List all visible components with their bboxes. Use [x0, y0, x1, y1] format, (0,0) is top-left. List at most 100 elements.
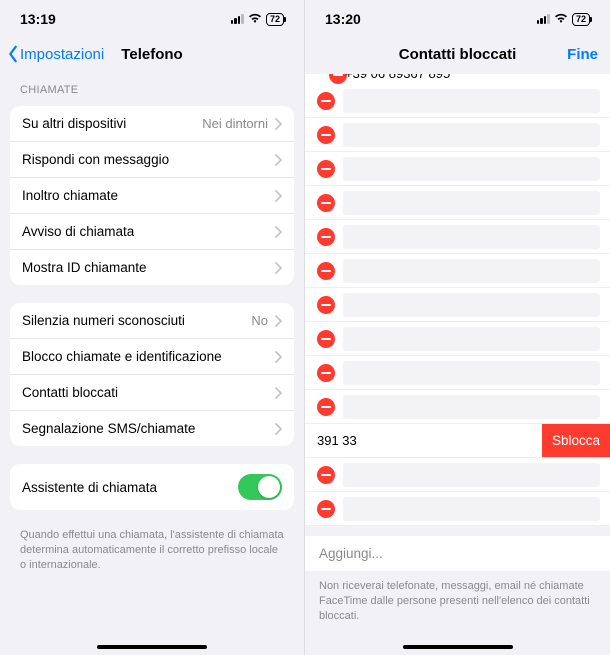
toggle-dial-assist[interactable] — [238, 474, 282, 500]
row-call-blocking-id[interactable]: Blocco chiamate e identificazione — [10, 338, 294, 374]
blocked-row-partial[interactable]: +39 06 89367 895 — [305, 74, 610, 84]
blocked-row[interactable] — [305, 152, 610, 186]
status-time: 13:19 — [20, 11, 56, 27]
row-label: Rispondi con messaggio — [22, 152, 169, 167]
row-show-caller-id[interactable]: Mostra ID chiamante — [10, 249, 294, 285]
home-indicator — [97, 645, 207, 649]
chevron-right-icon — [274, 387, 282, 399]
minus-icon[interactable] — [317, 500, 335, 518]
redacted-number — [343, 157, 600, 181]
content: +39 06 89367 895 391 33 Sblocca Aggiungi… — [305, 74, 610, 655]
chevron-right-icon — [274, 226, 282, 238]
wifi-icon — [553, 12, 569, 27]
group-calls: Su altri dispositivi Nei dintorni Rispon… — [10, 106, 294, 285]
blocked-number: 391 33 — [305, 433, 357, 448]
back-label: Impostazioni — [20, 46, 104, 63]
row-silence-unknown[interactable]: Silenzia numeri sconosciuti No — [10, 303, 294, 338]
unblock-button[interactable]: Sblocca — [542, 424, 610, 457]
status-time: 13:20 — [325, 11, 361, 27]
battery-icon: 72 — [266, 13, 284, 26]
blocked-row[interactable] — [305, 254, 610, 288]
blocked-row[interactable] — [305, 84, 610, 118]
blocked-number: +39 06 89367 895 — [345, 74, 450, 81]
redacted-number — [343, 259, 600, 283]
chevron-right-icon — [274, 118, 282, 130]
add-contact-row[interactable]: Aggiungi... — [305, 526, 610, 571]
blocked-row[interactable] — [305, 322, 610, 356]
minus-icon[interactable] — [317, 126, 335, 144]
minus-icon[interactable] — [317, 228, 335, 246]
content: CHIAMATE Su altri dispositivi Nei dintor… — [0, 74, 304, 655]
row-label: Contatti bloccati — [22, 385, 118, 400]
minus-icon[interactable] — [317, 296, 335, 314]
nav-bar: Impostazioni Telefono — [0, 34, 304, 74]
phone-settings-screen: 13:19 72 Impostazioni Telefono CHIAMATE … — [0, 0, 305, 655]
blocked-row-swiped[interactable]: 391 33 Sblocca — [305, 424, 610, 458]
row-label: Segnalazione SMS/chiamate — [22, 421, 195, 436]
redacted-number — [343, 191, 600, 215]
nav-bar: Contatti bloccati Fine — [305, 34, 610, 74]
status-bar: 13:20 72 — [305, 0, 610, 34]
battery-icon: 72 — [572, 13, 590, 26]
redacted-number — [343, 327, 600, 351]
chevron-right-icon — [274, 154, 282, 166]
blocked-row[interactable] — [305, 288, 610, 322]
row-call-waiting[interactable]: Avviso di chiamata — [10, 213, 294, 249]
blocked-contacts-screen: 13:20 72 Contatti bloccati Fine +39 06 8… — [305, 0, 610, 655]
blocked-row[interactable] — [305, 458, 610, 492]
minus-icon[interactable] — [317, 398, 335, 416]
group-assistant: Assistente di chiamata — [10, 464, 294, 510]
row-call-forwarding[interactable]: Inoltro chiamate — [10, 177, 294, 213]
blocked-row[interactable] — [305, 492, 610, 526]
home-indicator — [403, 645, 513, 649]
row-dial-assist: Assistente di chiamata — [10, 464, 294, 510]
signal-icon — [537, 14, 550, 24]
nav-title: Telefono — [121, 46, 182, 63]
status-indicators: 72 — [537, 12, 590, 27]
blocked-row[interactable] — [305, 118, 610, 152]
wifi-icon — [247, 12, 263, 27]
row-value: Nei dintorni — [202, 116, 268, 131]
minus-icon[interactable] — [317, 194, 335, 212]
status-indicators: 72 — [231, 12, 284, 27]
redacted-number — [343, 123, 600, 147]
status-bar: 13:19 72 — [0, 0, 304, 34]
row-other-devices[interactable]: Su altri dispositivi Nei dintorni — [10, 106, 294, 141]
group-blocking: Silenzia numeri sconosciuti No Blocco ch… — [10, 303, 294, 446]
row-sms-call-reporting[interactable]: Segnalazione SMS/chiamate — [10, 410, 294, 446]
minus-icon[interactable] — [317, 466, 335, 484]
row-label: Assistente di chiamata — [22, 480, 157, 495]
redacted-number — [343, 395, 600, 419]
minus-icon[interactable] — [317, 262, 335, 280]
section-header-calls: CHIAMATE — [0, 74, 304, 100]
row-reply-message[interactable]: Rispondi con messaggio — [10, 141, 294, 177]
back-button[interactable]: Impostazioni — [6, 45, 104, 63]
row-label: Silenzia numeri sconosciuti — [22, 313, 185, 328]
minus-icon[interactable] — [317, 364, 335, 382]
minus-icon[interactable] — [317, 330, 335, 348]
blocked-row[interactable] — [305, 186, 610, 220]
redacted-number — [343, 293, 600, 317]
redacted-number — [343, 225, 600, 249]
row-label: Su altri dispositivi — [22, 116, 126, 131]
chevron-right-icon — [274, 190, 282, 202]
redacted-number — [343, 497, 600, 521]
row-blocked-contacts[interactable]: Contatti bloccati — [10, 374, 294, 410]
row-label: Blocco chiamate e identificazione — [22, 349, 222, 364]
redacted-number — [343, 89, 600, 113]
chevron-right-icon — [274, 262, 282, 274]
footer-note-blocked: Non riceverai telefonate, messaggi, emai… — [305, 571, 610, 632]
nav-title: Contatti bloccati — [399, 46, 517, 63]
blocked-row[interactable] — [305, 220, 610, 254]
blocked-list: 391 33 Sblocca — [305, 84, 610, 526]
row-label: Mostra ID chiamante — [22, 260, 147, 275]
redacted-number — [343, 361, 600, 385]
minus-icon[interactable] — [317, 92, 335, 110]
blocked-row[interactable] — [305, 356, 610, 390]
footer-note-assistant: Quando effettui una chiamata, l'assisten… — [0, 528, 304, 583]
blocked-row[interactable] — [305, 390, 610, 424]
row-label: Avviso di chiamata — [22, 224, 134, 239]
done-button[interactable]: Fine — [567, 46, 598, 63]
redacted-number — [343, 463, 600, 487]
minus-icon[interactable] — [317, 160, 335, 178]
